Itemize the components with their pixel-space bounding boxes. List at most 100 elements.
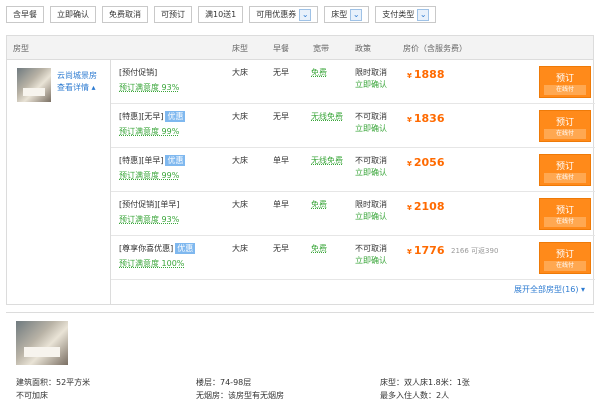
filter-instant-confirm[interactable]: 立即确认 bbox=[50, 6, 96, 23]
breakfast: 无早 bbox=[273, 244, 289, 253]
rate-name-text: [特惠][单早] bbox=[119, 156, 164, 165]
currency: ¥ bbox=[407, 72, 412, 80]
spec-smoking: 无烟房：该房型有无烟房 bbox=[196, 391, 284, 400]
original-price: 2166 可返390 bbox=[451, 247, 499, 255]
cancel-policy[interactable]: 限时取消 bbox=[355, 67, 387, 78]
book-label: 预订 bbox=[555, 118, 574, 128]
filter-label: 免费取消 bbox=[109, 10, 141, 19]
rate-name[interactable]: [预付促销] bbox=[119, 67, 157, 78]
details-label: 查看详情 bbox=[57, 83, 89, 92]
rate-name[interactable]: [特惠][单早] 优惠 bbox=[119, 155, 186, 166]
room-name[interactable]: 云尚城景房 bbox=[57, 70, 97, 81]
price: ¥2056 bbox=[407, 156, 445, 169]
trust-score[interactable]: 预订满意度 93% bbox=[119, 214, 179, 225]
confirm-policy: 立即确认 bbox=[355, 168, 387, 177]
book-sublabel: 在线付 bbox=[544, 85, 586, 95]
currency: ¥ bbox=[407, 204, 412, 212]
spec-bed: 床型：双人床1.8米：1张 bbox=[380, 378, 470, 387]
trust-score[interactable]: 预订满意度 99% bbox=[119, 126, 179, 137]
price-value: 1836 bbox=[413, 112, 445, 125]
rate-row: [预付促销] 预订满意度 93% 大床 无早 免费 限时取消 立即确认 ¥188… bbox=[111, 60, 595, 104]
bed-type: 大床 bbox=[232, 156, 248, 165]
promo-badge: 优惠 bbox=[175, 243, 196, 254]
filter-bar: 含早餐 立即确认 免费取消 可预订 满10送1 可用优惠券 ⌄ 床型 ⌄ 支付类型 ⌄ bbox=[6, 6, 594, 26]
price: ¥1836 bbox=[407, 112, 445, 125]
filter-free-cancel[interactable]: 免费取消 bbox=[102, 6, 148, 23]
room-thumbnail[interactable] bbox=[17, 68, 51, 102]
header-room-type: 房型 bbox=[13, 44, 29, 53]
rate-name[interactable]: [尊享你喜优惠] 优惠 bbox=[119, 243, 196, 254]
spec-occupancy: 最多入住人数：2人 bbox=[380, 391, 450, 400]
cancel-policy[interactable]: 不可取消 bbox=[355, 155, 387, 166]
spec-area: 建筑面积：52平方米 bbox=[16, 378, 91, 387]
book-button[interactable]: 预订 在线付 bbox=[539, 242, 591, 274]
filter-bookable[interactable]: 可预订 bbox=[154, 6, 192, 23]
price-value: 2108 bbox=[413, 200, 445, 213]
cancel-policy[interactable]: 不可取消 bbox=[355, 243, 387, 254]
book-button[interactable]: 预订 在线付 bbox=[539, 66, 591, 98]
filter-breakfast[interactable]: 含早餐 bbox=[6, 6, 44, 23]
bed-type: 大床 bbox=[232, 244, 248, 253]
price-value: 2056 bbox=[413, 156, 445, 169]
book-label: 预订 bbox=[555, 250, 574, 260]
bed-type: 大床 bbox=[232, 112, 248, 121]
broadband[interactable]: 无线免费 bbox=[311, 111, 343, 122]
confirm-policy: 立即确认 bbox=[355, 80, 387, 89]
book-button[interactable]: 预订 在线付 bbox=[539, 110, 591, 142]
promo-badge: 优惠 bbox=[165, 111, 186, 122]
bed-type: 大床 bbox=[232, 200, 248, 209]
filter-coupon-dropdown[interactable]: 可用优惠券 ⌄ bbox=[249, 6, 319, 23]
rate-row: [特惠][单早] 优惠 预订满意度 99% 大床 单早 无线免费 不可取消 立即确… bbox=[111, 148, 595, 192]
filter-bed-dropdown[interactable]: 床型 ⌄ bbox=[324, 6, 370, 23]
currency: ¥ bbox=[407, 116, 412, 124]
breakfast: 无早 bbox=[273, 68, 289, 77]
room-thumbnail[interactable] bbox=[16, 321, 68, 365]
room-panel-2: 建筑面积：52平方米 楼层：74-98层 床型：双人床1.8米：1张 不可加床 … bbox=[6, 312, 594, 400]
bed-type: 大床 bbox=[232, 68, 248, 77]
confirm-policy: 立即确认 bbox=[355, 212, 387, 221]
broadband[interactable]: 免费 bbox=[311, 243, 327, 254]
chevron-down-icon: ⌄ bbox=[299, 8, 312, 21]
header-bed: 床型 bbox=[232, 44, 248, 53]
chevron-down-icon: ⌄ bbox=[350, 8, 363, 21]
rate-name[interactable]: [特惠][无早] 优惠 bbox=[119, 111, 186, 122]
header-policy: 政策 bbox=[355, 44, 371, 53]
rate-name[interactable]: [预付促销][单早] bbox=[119, 199, 179, 210]
header-broadband: 宽带 bbox=[313, 44, 329, 53]
promo-badge: 优惠 bbox=[165, 155, 186, 166]
confirm-policy: 立即确认 bbox=[355, 124, 387, 133]
filter-promo[interactable]: 满10送1 bbox=[198, 6, 244, 23]
room-panel: 房型 床型 早餐 宽带 政策 房价（含服务费） 云尚城景房 查看详情 ▴ [预付… bbox=[6, 35, 595, 305]
rate-name-text: [预付促销][单早] bbox=[119, 200, 180, 209]
book-sublabel: 在线付 bbox=[544, 261, 586, 271]
chevron-down-icon: ⌄ bbox=[417, 8, 430, 21]
filter-label: 满10送1 bbox=[205, 10, 237, 19]
trust-score[interactable]: 预订满意度 100% bbox=[119, 258, 184, 269]
expand-all-rooms-link[interactable]: 展开全部房型(16) ▾ bbox=[514, 284, 585, 295]
filter-label: 可用优惠券 bbox=[256, 10, 297, 19]
rate-name-text: [尊享你喜优惠] bbox=[119, 244, 174, 253]
trust-score[interactable]: 预订满意度 93% bbox=[119, 82, 179, 93]
broadband[interactable]: 免费 bbox=[311, 67, 327, 78]
cancel-policy[interactable]: 不可取消 bbox=[355, 111, 387, 122]
breakfast: 单早 bbox=[273, 156, 289, 165]
filter-payment-dropdown[interactable]: 支付类型 ⌄ bbox=[375, 6, 437, 23]
breakfast: 单早 bbox=[273, 200, 289, 209]
book-sublabel: 在线付 bbox=[544, 217, 586, 227]
spec-extra-bed: 不可加床 bbox=[16, 391, 48, 400]
room-details-link[interactable]: 查看详情 ▴ bbox=[57, 82, 96, 93]
broadband[interactable]: 免费 bbox=[311, 199, 327, 210]
price: ¥1776 bbox=[407, 244, 445, 257]
header-breakfast: 早餐 bbox=[273, 44, 289, 53]
cancel-policy[interactable]: 限时取消 bbox=[355, 199, 387, 210]
price-value: 1888 bbox=[413, 68, 445, 81]
book-button[interactable]: 预订 在线付 bbox=[539, 198, 591, 230]
price: ¥1888 bbox=[407, 68, 445, 81]
trust-score[interactable]: 预订满意度 99% bbox=[119, 170, 179, 181]
table-header: 房型 床型 早餐 宽带 政策 房价（含服务费） bbox=[7, 36, 593, 60]
currency: ¥ bbox=[407, 160, 412, 168]
filter-label: 可预订 bbox=[161, 10, 185, 19]
broadband[interactable]: 无线免费 bbox=[311, 155, 343, 166]
book-label: 预订 bbox=[555, 206, 574, 216]
book-button[interactable]: 预订 在线付 bbox=[539, 154, 591, 186]
